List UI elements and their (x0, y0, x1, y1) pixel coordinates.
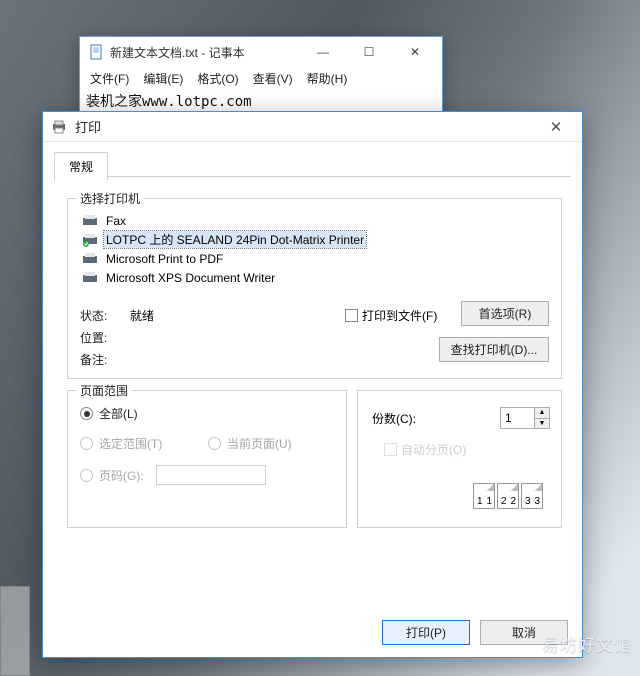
maximize-button[interactable]: ☐ (346, 38, 392, 66)
spin-down-icon[interactable]: ▼ (535, 419, 549, 429)
checkbox-icon (384, 443, 397, 456)
checkbox-icon (345, 309, 358, 322)
radio-icon (80, 407, 93, 420)
printer-label: LOTPC 上的 SEALAND 24Pin Dot-Matrix Printe… (104, 231, 366, 248)
print-to-file-checkbox[interactable]: 打印到文件(F) (345, 307, 437, 324)
print-title: 打印 (75, 117, 536, 136)
preferences-button[interactable]: 首选项(R) (461, 301, 549, 326)
minimize-button[interactable]: ― (300, 38, 346, 66)
status-label: 状态: (80, 307, 120, 324)
find-printer-button[interactable]: 查找打印机(D)... (439, 337, 549, 362)
notepad-icon (88, 44, 104, 60)
copies-input[interactable] (500, 407, 534, 429)
radio-pages: 页码(G): (80, 465, 266, 485)
page-icon: 33 (521, 483, 543, 509)
printer-label: Fax (104, 214, 128, 228)
radio-pages-label: 页码(G): (99, 467, 144, 484)
print-button[interactable]: 打印(P) (382, 620, 470, 645)
notepad-menubar: 文件(F) 编辑(E) 格式(O) 查看(V) 帮助(H) (80, 67, 442, 89)
collate-label: 自动分页(O) (401, 441, 466, 458)
radio-current-label: 当前页面(U) (227, 435, 292, 452)
group-select-printer-label: 选择打印机 (76, 190, 144, 207)
menu-view[interactable]: 查看(V) (247, 68, 299, 89)
print-titlebar[interactable]: 打印 ✕ (43, 112, 582, 142)
print-dialog: 打印 ✕ 常规 选择打印机 Fax LOTPC 上的 SEALAND 24Pin… (42, 111, 583, 658)
group-page-range: 页面范围 全部(L) 选定范围(T) 当前页面(U) 页码(G): (67, 390, 347, 528)
printer-icon (82, 252, 98, 266)
menu-format[interactable]: 格式(O) (191, 68, 244, 89)
fax-icon (82, 214, 98, 228)
copies-label: 份数(C): (372, 410, 416, 427)
tab-divider (54, 176, 571, 177)
printer-list[interactable]: Fax LOTPC 上的 SEALAND 24Pin Dot-Matrix Pr… (80, 211, 549, 287)
collate-checkbox: 自动分页(O) (384, 441, 466, 458)
close-button[interactable]: ✕ (392, 38, 438, 66)
group-copies: 份数(C): ▲▼ 自动分页(O) 11 22 33 (357, 390, 562, 528)
collate-illustration: 11 22 33 (473, 483, 543, 509)
comment-label: 备注: (80, 351, 120, 368)
menu-help[interactable]: 帮助(H) (301, 68, 354, 89)
location-label: 位置: (80, 329, 120, 346)
radio-icon (80, 469, 93, 482)
page-icon: 11 (473, 483, 495, 509)
copies-spinner[interactable]: ▲▼ (500, 407, 550, 429)
radio-icon (80, 437, 93, 450)
radio-all-label: 全部(L) (99, 405, 138, 422)
radio-selection: 选定范围(T) (80, 435, 162, 452)
printer-icon (82, 271, 98, 285)
printer-item-fax[interactable]: Fax (80, 211, 549, 230)
group-select-printer: 选择打印机 Fax LOTPC 上的 SEALAND 24Pin Dot-Mat… (67, 198, 562, 379)
radio-current: 当前页面(U) (208, 435, 292, 452)
printer-label: Microsoft Print to PDF (104, 252, 225, 266)
notepad-titlebar[interactable]: 新建文本文档.txt - 记事本 ― ☐ ✕ (80, 37, 442, 67)
tab-general[interactable]: 常规 (54, 152, 108, 181)
print-to-file-label: 打印到文件(F) (362, 307, 437, 324)
pages-input (156, 465, 266, 485)
printer-label: Microsoft XPS Document Writer (104, 271, 277, 285)
printer-item-sealand[interactable]: LOTPC 上的 SEALAND 24Pin Dot-Matrix Printe… (80, 230, 549, 249)
watermark-text: 易坊好文馆 (542, 631, 632, 656)
radio-all[interactable]: 全部(L) (80, 405, 138, 422)
printer-item-msxps[interactable]: Microsoft XPS Document Writer (80, 268, 549, 287)
radio-icon (208, 437, 221, 450)
spin-up-icon[interactable]: ▲ (535, 408, 549, 419)
printer-item-mspdf[interactable]: Microsoft Print to PDF (80, 249, 549, 268)
page-icon: 22 (497, 483, 519, 509)
notepad-title-text: 新建文本文档.txt - 记事本 (110, 44, 300, 61)
printer-icon (51, 119, 67, 135)
menu-edit[interactable]: 编辑(E) (137, 68, 189, 89)
close-button[interactable]: ✕ (536, 114, 576, 140)
status-value: 就绪 (130, 307, 154, 324)
group-page-range-label: 页面范围 (76, 382, 132, 399)
taskbar-thumb (0, 586, 30, 676)
radio-selection-label: 选定范围(T) (99, 435, 162, 452)
network-printer-icon (82, 233, 98, 247)
menu-file[interactable]: 文件(F) (84, 68, 135, 89)
notepad-textarea[interactable]: 装机之家www.lotpc.com (80, 89, 442, 113)
